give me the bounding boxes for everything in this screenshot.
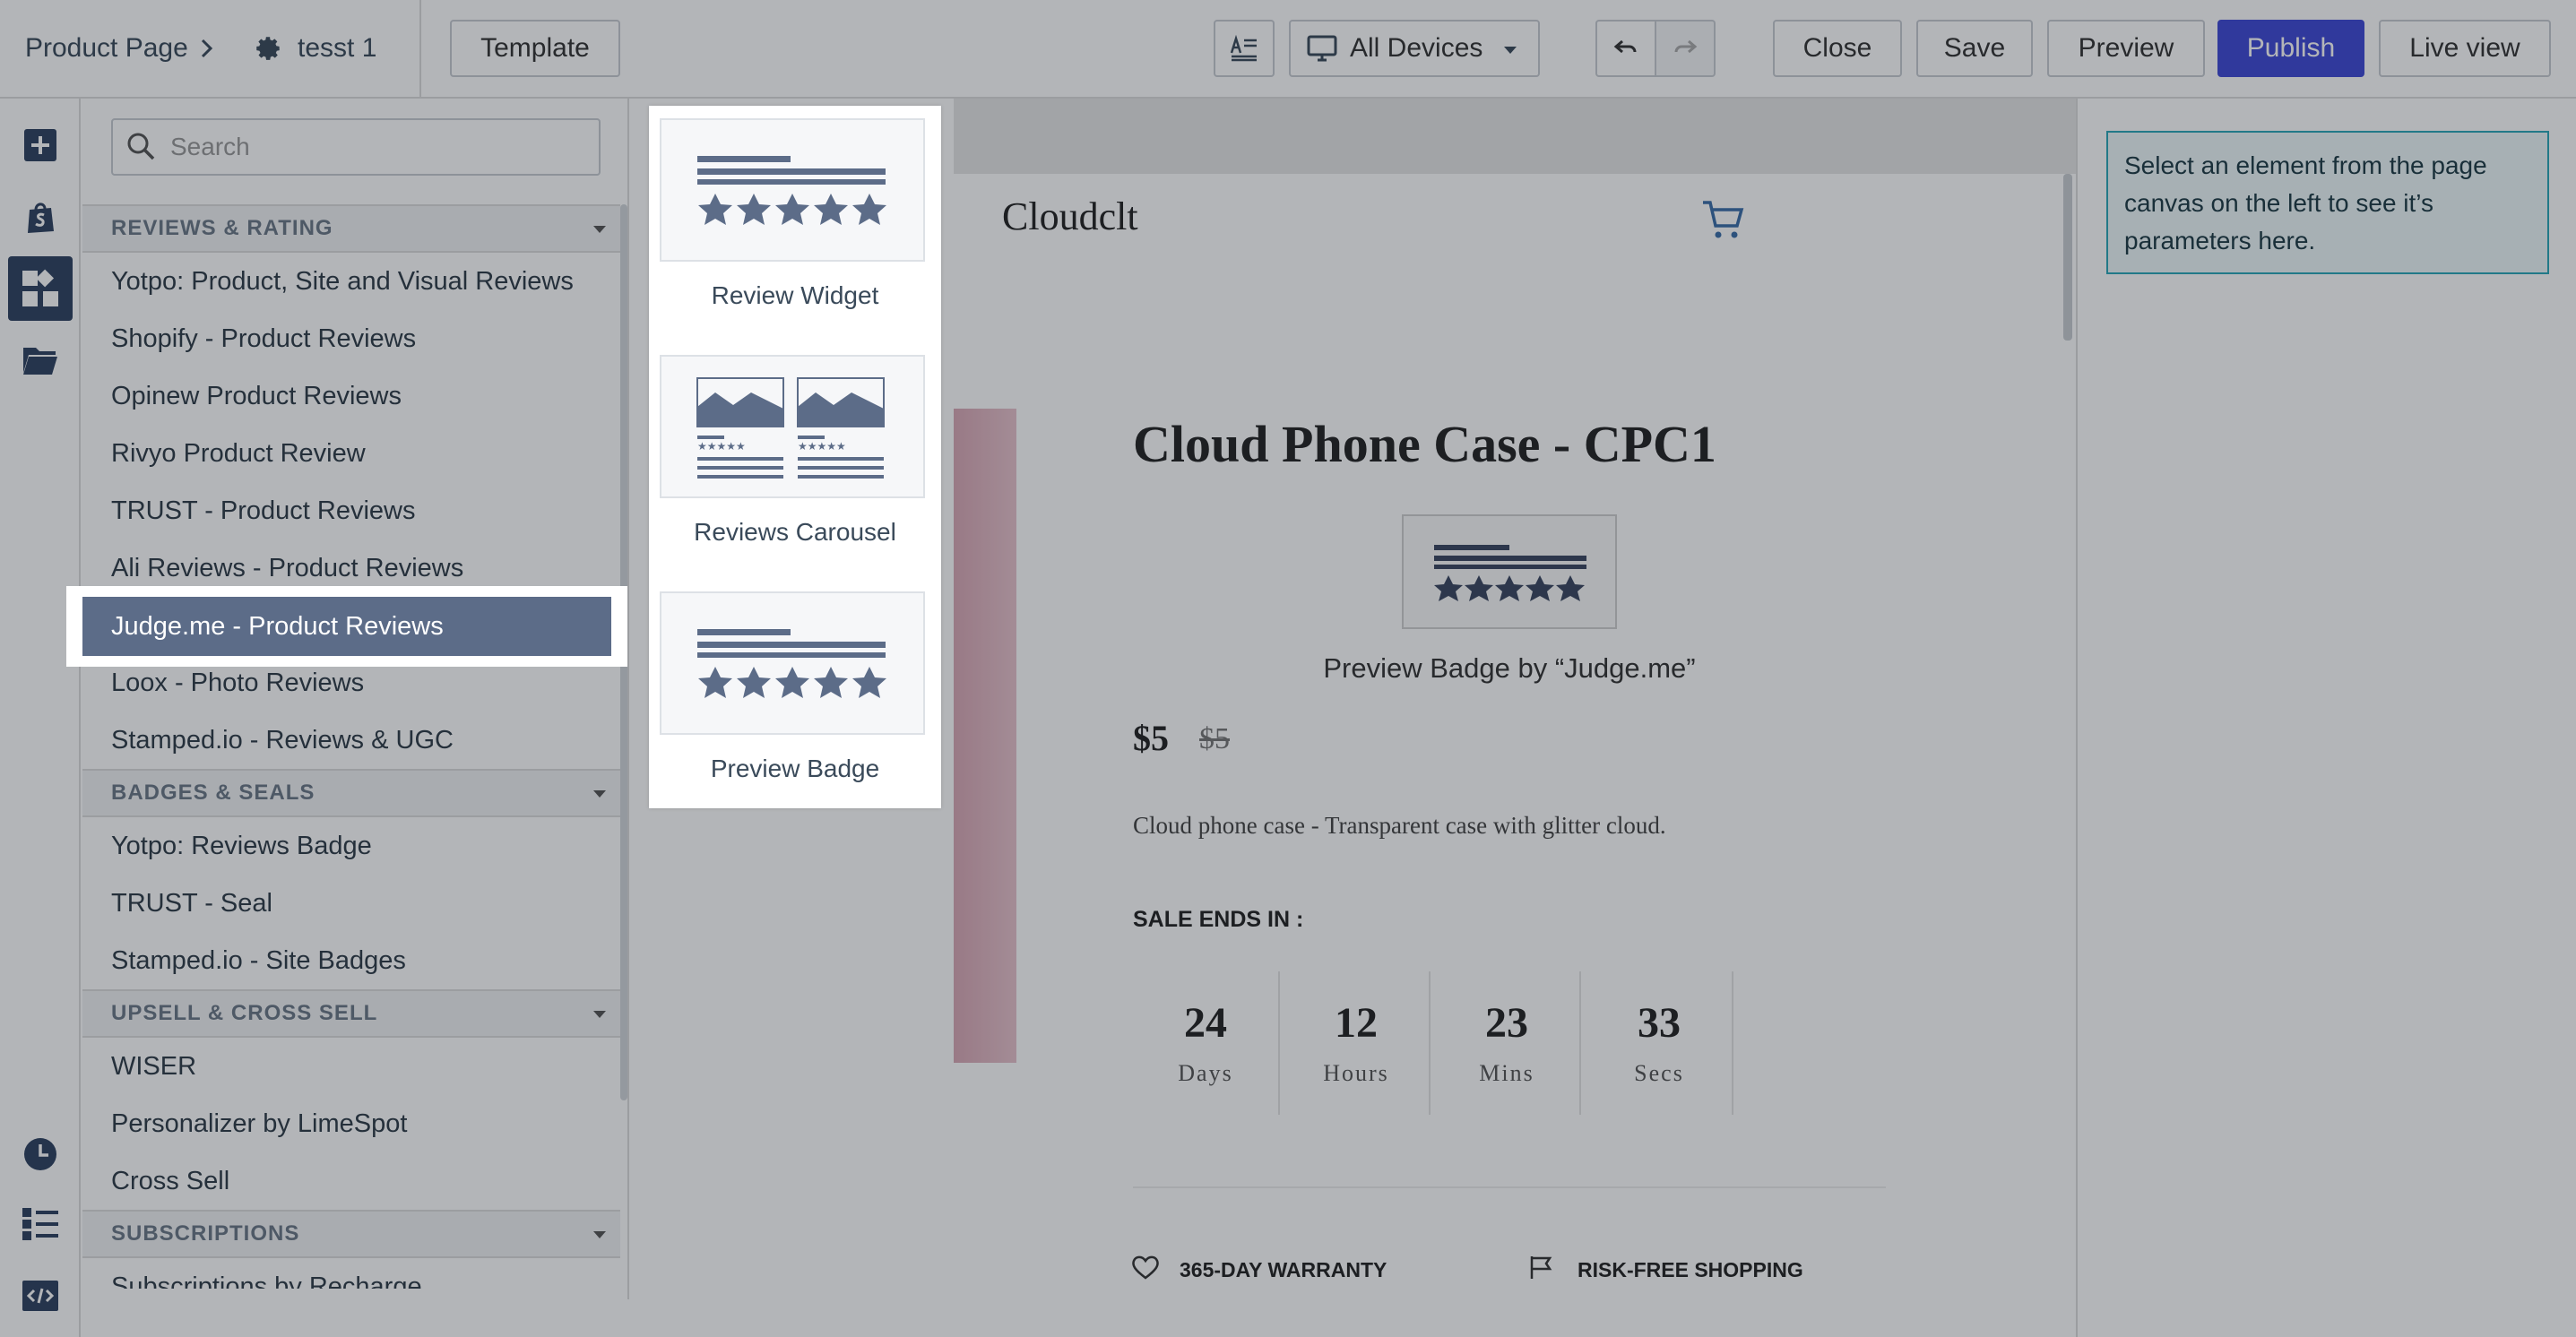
svg-text:★★★★★: ★★★★★ — [798, 440, 846, 453]
review-widget-icon — [697, 156, 886, 225]
dim-overlay — [649, 808, 941, 1337]
dim-overlay — [82, 667, 627, 1337]
review-widget-thumb[interactable] — [660, 118, 925, 262]
dim-overlay — [0, 99, 82, 1337]
dim-overlay — [82, 99, 627, 586]
dim-overlay — [649, 99, 941, 106]
svg-text:★★★★★: ★★★★★ — [697, 440, 746, 453]
reviews-carousel-thumb[interactable]: ★★★★★ ★★★★★ — [660, 355, 925, 498]
dim-overlay — [941, 99, 2576, 1337]
review-widget-label: Review Widget — [711, 281, 879, 309]
preview-badge-icon — [697, 629, 886, 698]
list-item-judgeme-highlight: Judge.me - Product Reviews — [66, 586, 627, 667]
reviews-carousel-icon: ★★★★★ ★★★★★ — [696, 377, 885, 479]
dim-overlay — [0, 0, 2576, 99]
list-item-judgeme[interactable]: Judge.me - Product Reviews — [82, 597, 611, 656]
dim-overlay — [627, 99, 649, 1337]
preview-badge-label: Preview Badge — [710, 755, 880, 782]
reviews-carousel-label: Reviews Carousel — [694, 518, 896, 546]
preview-badge-thumb[interactable] — [660, 591, 925, 735]
